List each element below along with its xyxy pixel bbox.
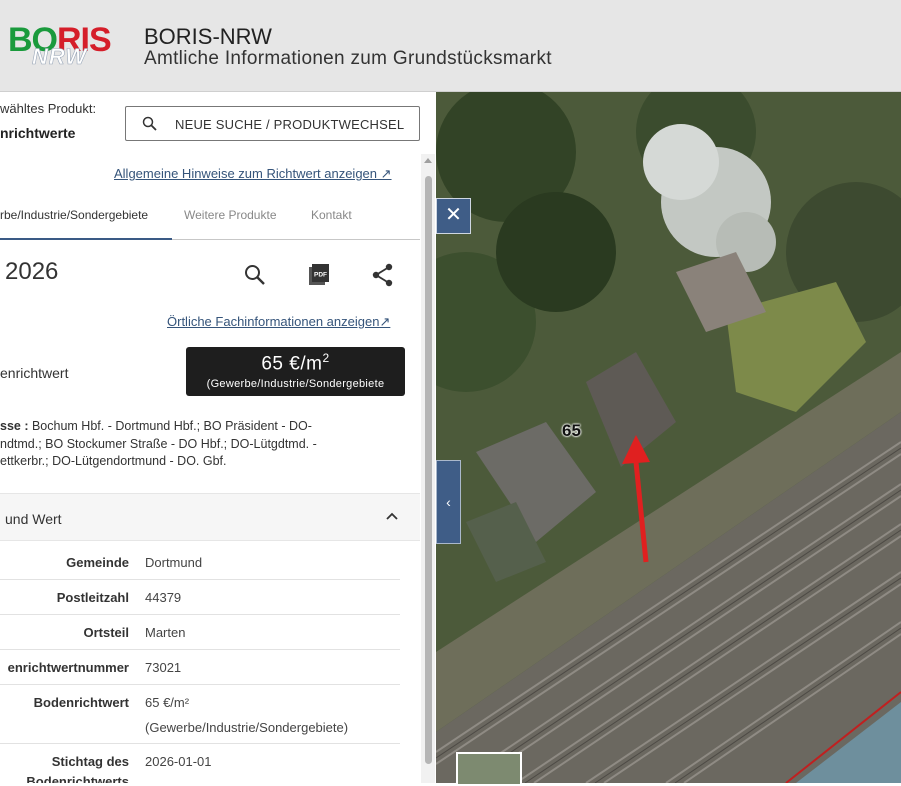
aerial-photo [436,92,901,783]
app-subtitle: Amtliche Informationen zum Grundstücksma… [144,48,552,69]
row-key: Ortsteil [83,625,129,640]
local-info-link[interactable]: Örtliche Fachinformationen anzeigen↗ [167,314,390,330]
basemap-switcher[interactable] [456,752,522,786]
row-value: 44379 [145,590,182,605]
chevron-up-icon [386,512,398,520]
zone-text-2: ndtmd.; BO Stockumer Straße - DO Hbf.; D… [0,436,317,451]
accordion-lage-und-wert[interactable]: und Wert [0,493,420,541]
row-key: Stichtag des [51,754,129,769]
row-value: Marten [145,625,186,640]
search-icon [142,116,157,131]
share-icon[interactable] [370,262,396,288]
zone-label: sse : [0,419,29,433]
scroll-thumb[interactable] [425,176,432,764]
bodenrichtwert-label: enrichtwert [0,365,69,381]
table-row: Stichtag des Bodenrichtwerts 2026-01-01 [0,744,400,783]
selected-product-label: wähltes Produkt: [0,101,97,116]
close-icon: ✕ [445,204,462,226]
row-value: Dortmund [145,555,203,570]
selected-product-value: nrichtwerte [0,125,76,141]
row-value: 65 €/m² [145,695,190,710]
info-panel: wähltes Produkt: nrichtwerte NEUE SUCHE … [0,92,436,783]
new-search-label: NEUE SUCHE / PRODUKTWECHSEL [175,117,405,132]
row-key: Postleitzahl [56,590,129,605]
parcel-value-label: 65 [562,421,581,440]
tab-gewerbe[interactable]: rbe/Industrie/Sondergebiete [0,204,172,240]
table-row: Bodenrichtwert 65 €/m² (Gewerbe/Industri… [0,685,400,744]
panel-scrollbar[interactable] [421,154,435,783]
pdf-icon[interactable]: PDF [306,262,332,288]
app-header: BORIS NRW BORIS-NRW Amtliche Information… [0,0,901,92]
row-value: 2026-01-01 [145,754,212,769]
value-main: 65 €/m [261,353,323,375]
table-row: enrichtwertnummer 73021 [0,650,400,685]
row-key: enrichtwertnummer [7,660,129,675]
aerial-map[interactable] [436,92,901,783]
chevron-left-icon: ‹ [446,494,451,510]
row-key: Bodenrichtwert [33,695,129,710]
year-heading: 2026 [5,258,59,285]
scroll-up-arrow[interactable] [424,158,432,163]
collapse-panel-button[interactable]: ‹ [436,460,461,544]
table-row: Ortsteil Marten [0,615,400,650]
value-category: (Gewerbe/Industrie/Sondergebiete [206,378,385,390]
row-key: Gemeinde [66,555,129,570]
general-hints-link[interactable]: Allgemeine Hinweise zum Richtwert anzeig… [114,166,392,182]
close-panel-button[interactable]: ✕ [436,198,471,234]
boris-logo[interactable]: BORIS NRW [8,20,128,70]
logo-subtext: NRW [32,44,88,70]
search-icon[interactable] [242,262,268,288]
zone-text-1: Bochum Hbf. - Dortmund Hbf.; BO Präsiden… [28,419,312,433]
row-key-line2: Bodenrichtwerts [26,774,129,783]
app-title: BORIS-NRW [144,24,272,49]
value-badge: 65 €/m2 (Gewerbe/Industrie/Sondergebiete [186,347,405,396]
table-row: Gemeinde Dortmund [0,544,400,580]
tab-weitere-produkte[interactable]: Weitere Produkte [184,204,277,240]
product-tabs: rbe/Industrie/Sondergebiete Weitere Prod… [0,204,420,240]
zone-description: sse : Bochum Hbf. - Dortmund Hbf.; BO Pr… [0,418,410,471]
row-value: 73021 [145,660,182,675]
row-value-detail: (Gewerbe/Industrie/Sondergebiete) [145,720,349,735]
svg-text:PDF: PDF [314,272,327,279]
zone-text-3: ettkerbr.; DO-Lütgendortmund - DO. Gbf. [0,454,227,468]
accordion-label: und Wert [5,511,62,527]
table-row: Postleitzahl 44379 [0,580,400,615]
new-search-button[interactable]: NEUE SUCHE / PRODUKTWECHSEL [125,106,420,141]
value-exponent: 2 [322,351,330,365]
tab-kontakt[interactable]: Kontakt [311,204,352,240]
